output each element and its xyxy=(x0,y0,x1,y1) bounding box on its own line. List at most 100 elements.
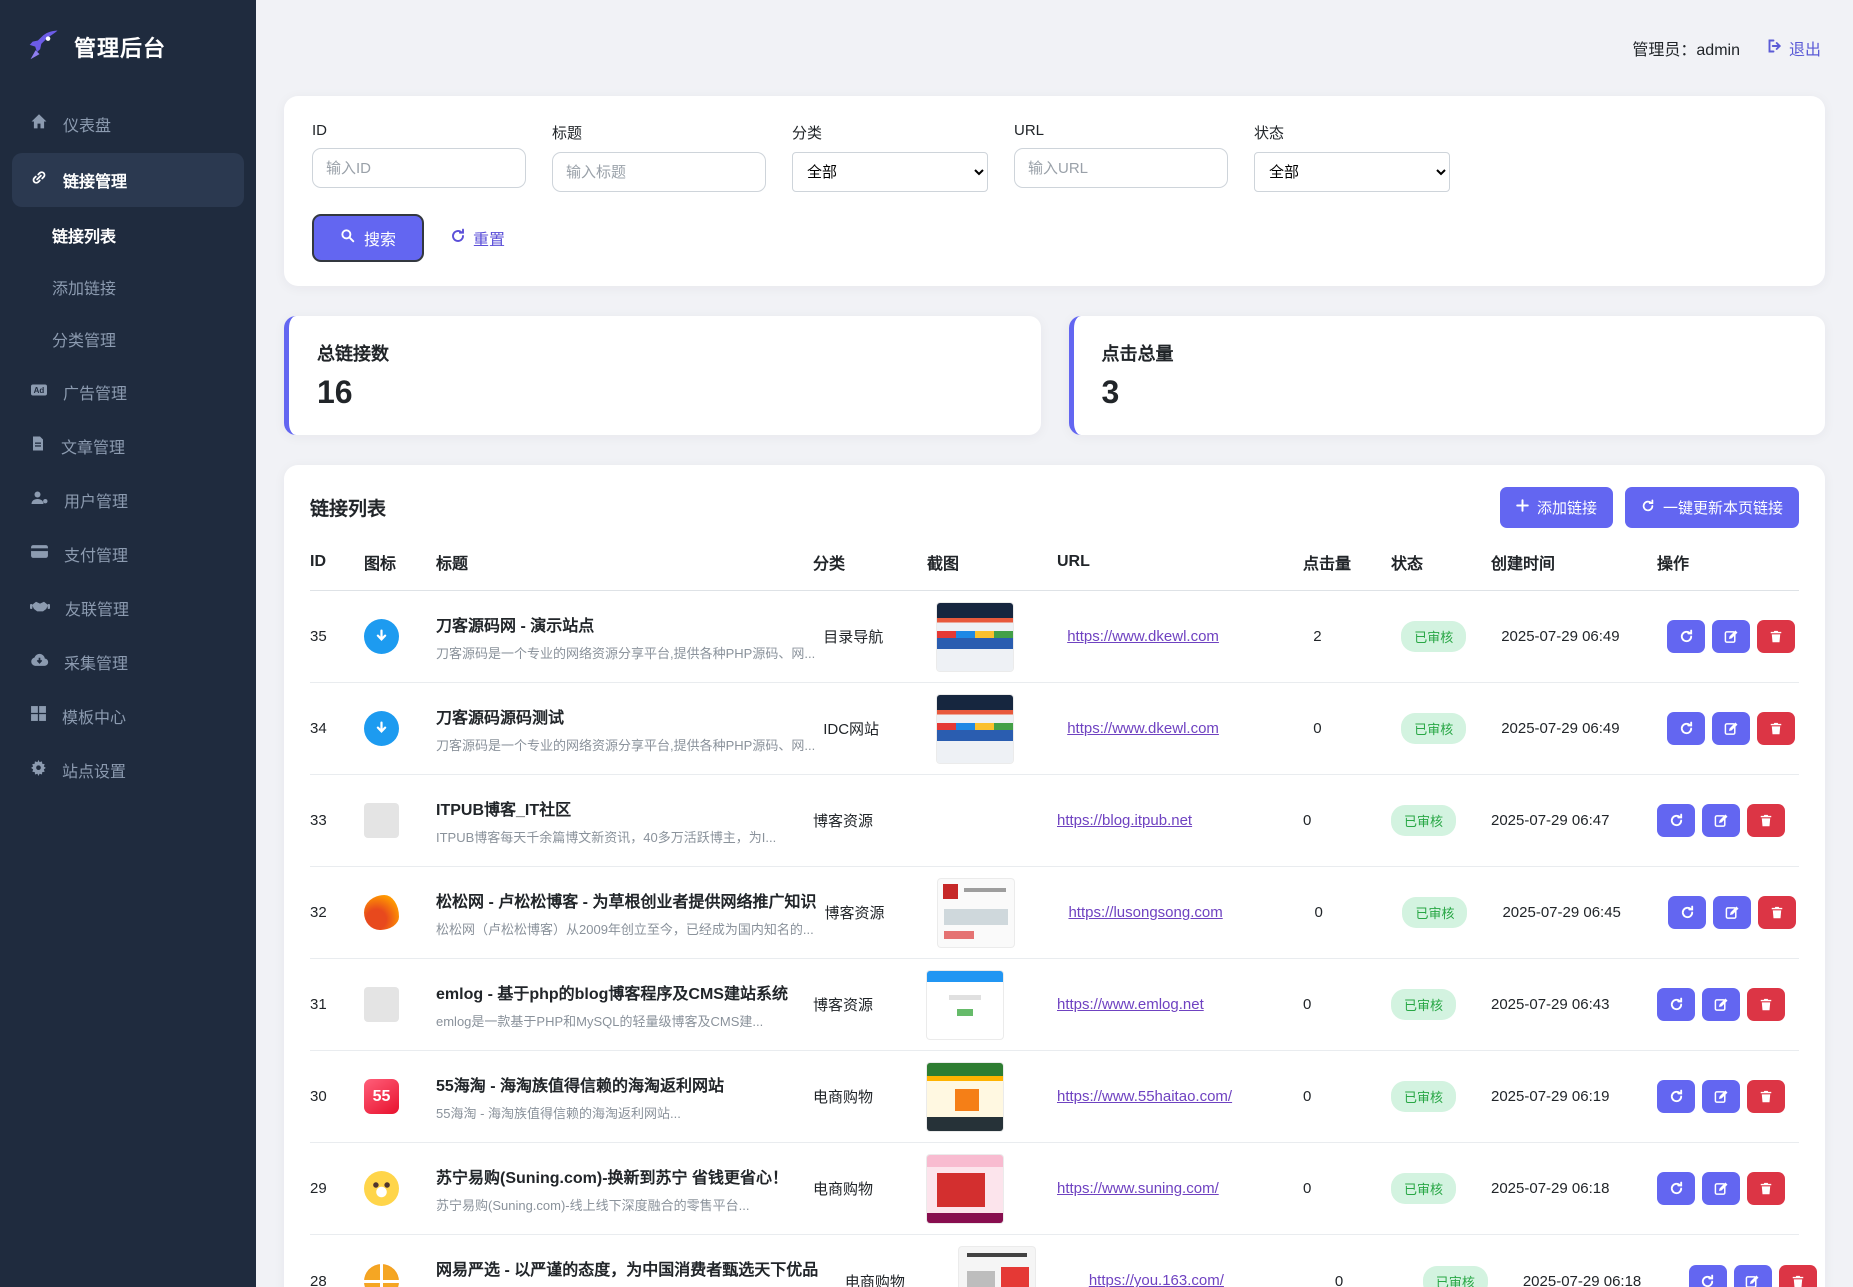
sidebar-item-users[interactable]: 用户管理 xyxy=(0,473,256,527)
refresh-link-button[interactable] xyxy=(1657,1172,1695,1205)
delete-link-button[interactable] xyxy=(1757,712,1795,745)
sidebar-item-ads[interactable]: Ad 广告管理 xyxy=(0,365,256,419)
sidebar: 管理后台 仪表盘 链接管理 链接列表 添加链接 分类管理 Ad 广告管理 文章管… xyxy=(0,0,256,1287)
row-id: 33 xyxy=(310,812,356,829)
row-url-link[interactable]: https://www.dkewl.com xyxy=(1067,720,1219,737)
refresh-link-button[interactable] xyxy=(1657,988,1695,1021)
category-label: 分类 xyxy=(792,122,988,143)
url-input[interactable] xyxy=(1014,148,1228,188)
edit-link-button[interactable] xyxy=(1702,804,1740,837)
category-select[interactable]: 全部 xyxy=(792,152,988,192)
reset-button[interactable]: 重置 xyxy=(450,226,505,250)
site-favicon xyxy=(364,803,399,838)
edit-link-button[interactable] xyxy=(1702,1172,1740,1205)
id-input[interactable] xyxy=(312,148,526,188)
delete-link-button[interactable] xyxy=(1758,896,1796,929)
sidebar-item-links[interactable]: 链接管理 xyxy=(12,153,244,207)
row-status-cell: 已审核 xyxy=(1401,713,1493,744)
row-actions xyxy=(1657,1080,1799,1113)
delete-link-button[interactable] xyxy=(1779,1265,1817,1287)
status-badge: 已审核 xyxy=(1401,713,1466,744)
row-description: 刀客源码是一个专业的网络资源分享平台,提供各种PHP源码、网... xyxy=(436,643,815,662)
row-url-link[interactable]: https://www.emlog.net xyxy=(1057,996,1204,1013)
table-body: 35 刀客源码网 - 演示站点 刀客源码是一个专业的网络资源分享平台,提供各种P… xyxy=(310,591,1799,1287)
edit-link-button[interactable] xyxy=(1712,620,1750,653)
refresh-link-button[interactable] xyxy=(1657,804,1695,837)
row-url-link[interactable]: https://www.suning.com/ xyxy=(1057,1180,1219,1197)
sidebar-item-dashboard[interactable]: 仪表盘 xyxy=(0,97,256,151)
site-screenshot xyxy=(959,1247,1035,1287)
delete-link-button[interactable] xyxy=(1747,1080,1785,1113)
row-category: 目录导航 xyxy=(823,626,929,647)
topbar: 管理员：admin 退出 xyxy=(284,0,1825,96)
row-description: emlog是一款基于PHP和MySQL的轻量级博客及CMS建... xyxy=(436,1011,805,1030)
sidebar-item-collect[interactable]: 采集管理 xyxy=(0,635,256,689)
edit-link-button[interactable] xyxy=(1713,896,1751,929)
row-clicks: 0 xyxy=(1303,812,1383,829)
row-url-link[interactable]: https://www.55haitao.com/ xyxy=(1057,1088,1232,1105)
sidebar-item-friend-links[interactable]: 友联管理 xyxy=(0,581,256,635)
row-title-cell: 网易严选 - 以严谨的态度，为中国消费者甄选天下优品 网易严选秉承网易一贯的严谨… xyxy=(436,1256,837,1287)
site-screenshot xyxy=(927,971,1003,1039)
refresh-link-button[interactable] xyxy=(1657,1080,1695,1113)
site-screenshot xyxy=(927,1063,1003,1131)
sidebar-item-site-settings[interactable]: 站点设置 xyxy=(0,743,256,797)
row-created: 2025-07-29 06:49 xyxy=(1501,628,1659,645)
row-created: 2025-07-29 06:43 xyxy=(1491,996,1649,1013)
add-link-button[interactable]: 添加链接 xyxy=(1500,487,1613,528)
row-created: 2025-07-29 06:45 xyxy=(1502,904,1660,921)
sidebar-subitem-link-list[interactable]: 链接列表 xyxy=(0,209,256,261)
logout-button[interactable]: 退出 xyxy=(1766,36,1821,60)
row-description: 刀客源码是一个专业的网络资源分享平台,提供各种PHP源码、网... xyxy=(436,735,815,754)
svg-text:Ad: Ad xyxy=(34,386,45,395)
row-status-cell: 已审核 xyxy=(1391,1173,1483,1204)
site-favicon xyxy=(364,1171,399,1206)
edit-link-button[interactable] xyxy=(1702,988,1740,1021)
title-input[interactable] xyxy=(552,152,766,192)
row-status-cell: 已审核 xyxy=(1391,805,1483,836)
update-page-links-button[interactable]: 一键更新本页链接 xyxy=(1625,487,1799,528)
row-url-cell: https://www.dkewl.com xyxy=(1067,720,1305,738)
trash-icon xyxy=(1769,629,1783,644)
sidebar-subitem-add-link[interactable]: 添加链接 xyxy=(0,261,256,313)
row-title: 苏宁易购(Suning.com)-换新到苏宁 省钱更省心！ xyxy=(436,1164,805,1188)
trash-icon xyxy=(1759,1089,1773,1104)
edit-icon xyxy=(1724,629,1739,644)
delete-link-button[interactable] xyxy=(1757,620,1795,653)
refresh-link-button[interactable] xyxy=(1667,712,1705,745)
refresh-link-button[interactable] xyxy=(1667,620,1705,653)
row-url-link[interactable]: https://you.163.com/ xyxy=(1089,1272,1224,1287)
refresh-icon xyxy=(1679,629,1694,644)
row-clicks: 0 xyxy=(1303,1180,1383,1197)
sidebar-item-articles[interactable]: 文章管理 xyxy=(0,419,256,473)
sidebar-item-templates[interactable]: 模板中心 xyxy=(0,689,256,743)
row-url-link[interactable]: https://blog.itpub.net xyxy=(1057,812,1192,829)
edit-link-button[interactable] xyxy=(1734,1265,1772,1287)
edit-link-button[interactable] xyxy=(1702,1080,1740,1113)
row-screenshot-cell xyxy=(938,879,1060,947)
refresh-icon xyxy=(1669,813,1684,828)
row-url-link[interactable]: https://www.dkewl.com xyxy=(1067,628,1219,645)
delete-link-button[interactable] xyxy=(1747,988,1785,1021)
cloud-download-icon xyxy=(30,652,49,672)
row-title: 刀客源码源码测试 xyxy=(436,704,815,728)
delete-link-button[interactable] xyxy=(1747,804,1785,837)
sidebar-subitem-category-manage[interactable]: 分类管理 xyxy=(0,313,256,365)
row-actions xyxy=(1667,620,1809,653)
refresh-link-button[interactable] xyxy=(1668,896,1706,929)
rocket-icon xyxy=(26,26,62,67)
status-select[interactable]: 全部 xyxy=(1254,152,1450,192)
refresh-link-button[interactable] xyxy=(1689,1265,1727,1287)
links-table-panel: 链接列表 添加链接 一键更新本页链接 ID 图标 标题 分类 截图 xyxy=(284,465,1825,1287)
row-category: 博客资源 xyxy=(813,994,919,1015)
trash-icon xyxy=(1759,813,1773,828)
row-url-link[interactable]: https://lusongsong.com xyxy=(1068,904,1222,921)
article-icon xyxy=(30,435,46,457)
delete-link-button[interactable] xyxy=(1747,1172,1785,1205)
sidebar-item-payments[interactable]: 支付管理 xyxy=(0,527,256,581)
refresh-icon xyxy=(1669,1089,1684,1104)
row-description: 松松网（卢松松博客）从2009年创立至今，已经成为国内知名的... xyxy=(436,919,816,938)
refresh-icon xyxy=(1680,905,1695,920)
edit-link-button[interactable] xyxy=(1712,712,1750,745)
search-button[interactable]: 搜索 xyxy=(312,214,424,262)
